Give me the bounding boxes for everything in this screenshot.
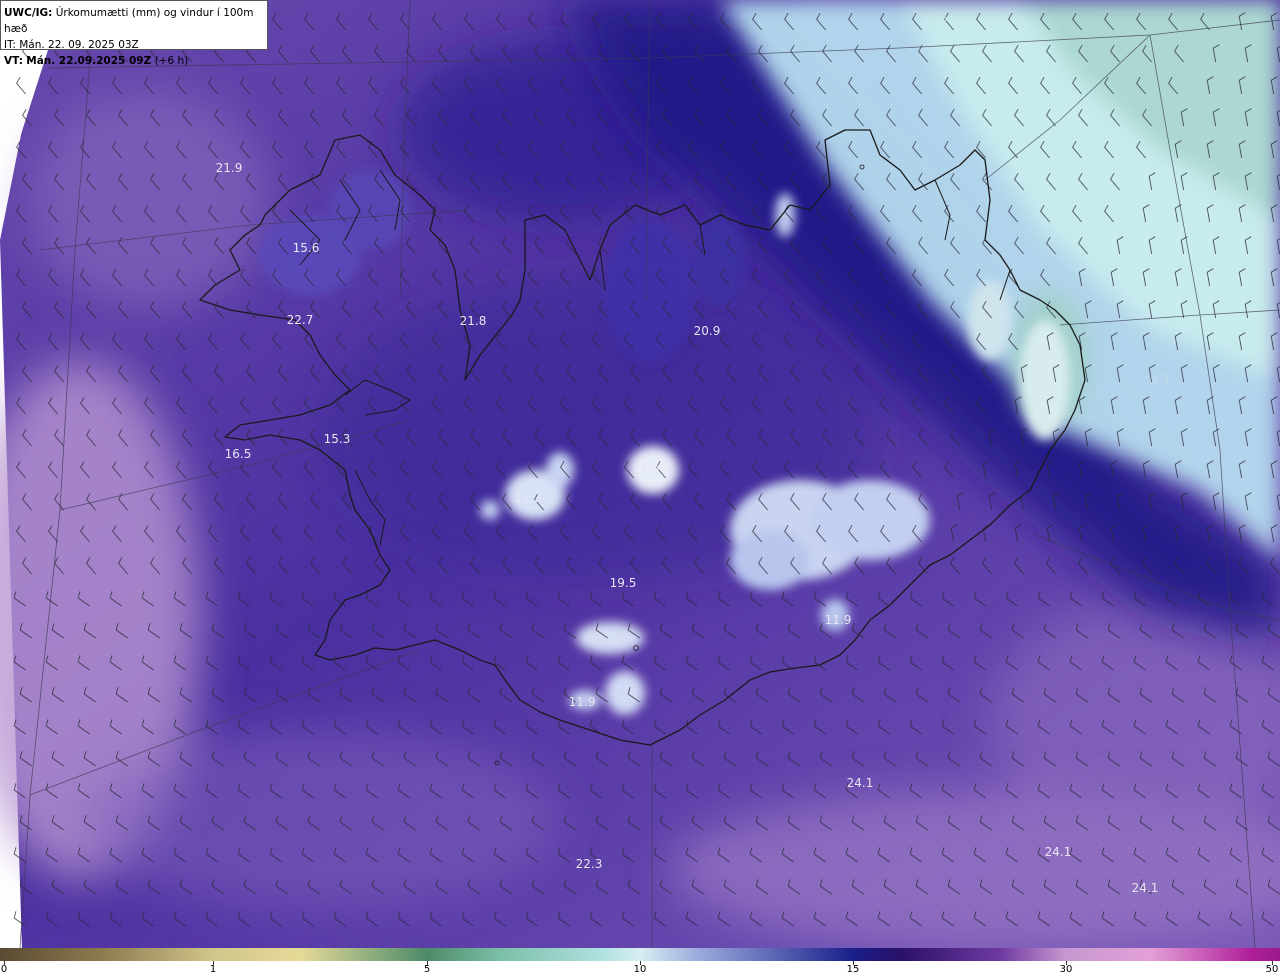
lead-time: (+6 h) — [154, 55, 189, 67]
colorbar-label: 0 — [0, 964, 8, 975]
map-value-label: 22.7 — [286, 313, 314, 327]
valid-time-line: VT: Mán. 22.09.2025 09Z (+6 h) — [4, 53, 267, 69]
product-line: UWC/IG: Úrkomumætti (mm) og vindur í 100… — [4, 5, 267, 37]
map-value-label: 14.0 — [632, 463, 660, 477]
map-value-label: 24.1 — [1131, 881, 1159, 895]
map-value-label: 15.6 — [292, 241, 320, 255]
valid-time: Mán. 22.09.2025 09Z — [26, 55, 152, 67]
forecast-info-box: UWC/IG: Úrkomumætti (mm) og vindur í 100… — [0, 0, 268, 67]
map-value-label: 21.8 — [459, 314, 487, 328]
product-code: UWC/IG: — [4, 7, 53, 19]
map-value-label: 21.9 — [215, 161, 243, 175]
map-value-label: 9.3 — [1150, 373, 1170, 387]
map-value-label: 16.5 — [224, 447, 252, 461]
colorbar-label: 5 — [423, 964, 431, 975]
colorbar-strip — [0, 948, 1280, 961]
map-value-label: 24.1 — [846, 776, 874, 790]
colorbar-label: 1 — [209, 964, 217, 975]
map-value-label: 20.9 — [693, 324, 721, 338]
colorbar-label: 50 — [1265, 964, 1279, 975]
map-area[interactable]: 21.9 15.6 22.7 21.8 20.9 15.3 16.5 12.2 … — [0, 0, 1280, 948]
map-value-label: 15.3 — [323, 432, 351, 446]
colorbar: 0 1 5 10 15 30 50 — [0, 948, 1280, 978]
colorbar-label: 30 — [1059, 964, 1073, 975]
map-value-label: 12.2 — [514, 491, 542, 505]
map-value-label: 6.5 — [928, 11, 948, 25]
map-value-label: 22.3 — [575, 857, 603, 871]
map-value-label: 19.5 — [609, 576, 637, 590]
map-value-label: 11.9 — [824, 613, 852, 627]
map-value-label: 24.1 — [1044, 845, 1072, 859]
initial-time: IT: Mán. 22. 09. 2025 03Z — [4, 39, 139, 51]
valid-prefix: VT: — [4, 55, 23, 67]
map-value-label: 11.9 — [568, 695, 596, 709]
colorbar-label: 15 — [846, 964, 860, 975]
colorbar-label: 10 — [633, 964, 647, 975]
